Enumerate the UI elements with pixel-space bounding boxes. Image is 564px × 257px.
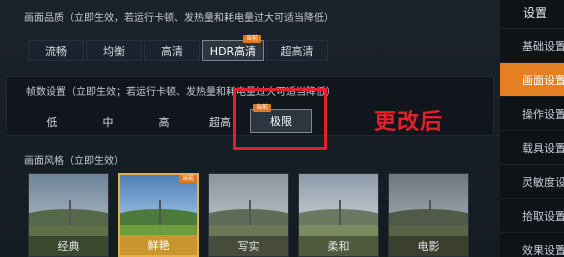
sidebar-item-graphics[interactable]: 画面设置 [500, 62, 564, 96]
sidebar-item-pickup[interactable]: 拾取设置 [500, 198, 564, 232]
sidebar-item-controls[interactable]: 操作设置 [500, 96, 564, 130]
sidebar-title: 设置 [523, 6, 548, 20]
style-option-soft[interactable]: 柔和 [298, 173, 379, 257]
tower-icon [158, 199, 161, 228]
quality-option-hdr[interactable]: HDR高清 当前 [202, 35, 264, 61]
settings-sidebar: 设置 基础设置 画面设置 操作设置 载具设置 灵敏度设置 拾取设置 效果设置 [500, 0, 564, 257]
sidebar-item-basic[interactable]: 基础设置 [500, 28, 564, 62]
quality-option-smooth[interactable]: 流畅 [28, 40, 84, 61]
highlight-box [233, 88, 327, 150]
current-tag: 当前 [242, 35, 261, 43]
quality-option-ultra-hd[interactable]: 超高清 [266, 40, 328, 61]
style-option-realistic[interactable]: 写实 [208, 173, 289, 257]
frames-option-high[interactable]: 高 [138, 111, 190, 132]
style-option-cinema[interactable]: 电影 [388, 173, 469, 257]
frames-option-medium[interactable]: 中 [82, 111, 134, 132]
style-options: 经典 当前 鲜艳 写实 柔和 电影 [28, 173, 469, 257]
quality-option-hd[interactable]: 高清 [144, 40, 200, 61]
style-option-vivid[interactable]: 当前 鲜艳 [118, 173, 199, 257]
style-option-classic[interactable]: 经典 [28, 173, 109, 257]
sidebar-item-effects[interactable]: 效果设置 [500, 232, 564, 257]
frames-option-low[interactable]: 低 [26, 111, 78, 132]
settings-panel: 画面品质（立即生效，若运行卡顿、发热量和耗电量过大可适当降低） 流畅 均衡 高清… [0, 0, 500, 257]
current-tag: 当前 [178, 175, 197, 183]
annotation-label: 更改后 [374, 110, 444, 135]
sidebar-item-sensitivity[interactable]: 灵敏度设置 [500, 164, 564, 198]
quality-option-balanced[interactable]: 均衡 [86, 40, 142, 61]
sidebar-item-vehicle[interactable]: 载具设置 [500, 130, 564, 164]
quality-options: 流畅 均衡 高清 HDR高清 当前 超高清 [28, 35, 328, 61]
style-section-title: 画面风格（立即生效） [24, 156, 124, 167]
quality-section-title: 画面品质（立即生效，若运行卡顿、发热量和耗电量过大可适当降低） [24, 13, 334, 24]
